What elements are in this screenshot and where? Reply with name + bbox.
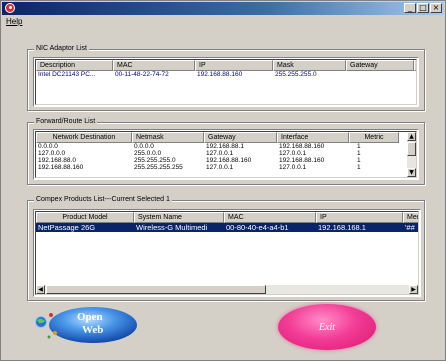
route-cell-netmask: 255.255.255.0 <box>134 157 176 164</box>
nic-adaptor-group-title: NIC Adaptor List <box>34 45 89 53</box>
route-cell-destination: 127.0.0.0 <box>38 150 66 157</box>
products-col-mem[interactable]: Mem <box>403 212 418 223</box>
title-bar[interactable]: _ □ × <box>2 2 444 15</box>
route-row[interactable]: 0.0.0.0 0.0.0.0 192.168.88.1 192.168.88.… <box>36 143 407 150</box>
products-list[interactable]: Product Model System Name MAC IP Mem Net… <box>33 209 421 297</box>
products-cell-mac: 00-80-40-e4-a4-b1 <box>226 223 289 232</box>
route-cell-interface: 192.168.88.160 <box>279 157 325 164</box>
route-col-metric[interactable]: Metric <box>349 132 399 143</box>
nic-adaptor-group: NIC Adaptor List Description MAC IP Mask… <box>27 45 425 111</box>
products-col-ip[interactable]: IP <box>316 212 403 223</box>
nic-cell-mac: 00-11-48-22-74-72 <box>115 71 169 78</box>
app-icon <box>5 3 15 13</box>
route-col-gateway[interactable]: Gateway <box>204 132 277 143</box>
nic-cell-description: Intel DC21143 PC... <box>38 71 96 78</box>
scroll-up-icon[interactable]: ▲ <box>407 132 416 141</box>
nic-adaptor-list[interactable]: Description MAC IP Mask Gateway Intel DC… <box>33 57 419 107</box>
close-button[interactable]: × <box>430 3 442 13</box>
minimize-button[interactable]: _ <box>404 3 416 13</box>
route-cell-interface: 192.168.88.160 <box>279 143 325 150</box>
maximize-button[interactable]: □ <box>417 3 429 13</box>
route-cell-metric: 1 <box>357 143 361 150</box>
menu-bar: Help <box>3 17 25 29</box>
exit-button[interactable]: Exit <box>278 304 376 350</box>
nic-row[interactable]: Intel DC21143 PC... 00-11-48-22-74-72 19… <box>36 71 416 78</box>
products-list-header: Product Model System Name MAC IP Mem <box>36 212 418 223</box>
route-list-header: Network Destination Netmask Gateway Inte… <box>36 132 399 143</box>
route-cell-netmask: 0.0.0.0 <box>134 143 154 150</box>
route-cell-netmask: 255.0.0.0 <box>134 150 162 157</box>
route-cell-gateway: 127.0.0.1 <box>206 164 234 171</box>
route-col-interface[interactable]: Interface <box>277 132 349 143</box>
products-cell-ip: 192.168.168.1 <box>318 223 366 232</box>
nic-col-filler <box>414 60 416 71</box>
products-scroll-thumb[interactable] <box>46 285 266 294</box>
products-row-selected[interactable]: NetPassage 26G Wireless-G Multimedi 00-8… <box>36 223 418 232</box>
route-cell-destination: 0.0.0.0 <box>38 143 58 150</box>
scroll-left-icon[interactable]: ◀ <box>36 285 45 294</box>
route-cell-metric: 1 <box>357 157 361 164</box>
products-col-mac[interactable]: MAC <box>224 212 316 223</box>
products-horizontal-scrollbar[interactable]: ◀ ▶ <box>36 285 418 294</box>
menu-help[interactable]: Help <box>3 17 25 26</box>
nic-cell-mask: 255.255.255.0 <box>275 71 317 78</box>
route-cell-metric: 1 <box>357 164 361 171</box>
route-group-title: Forward/Route List <box>34 118 98 126</box>
products-group-title: Compex Products List---Current Selected … <box>34 196 172 204</box>
route-cell-interface: 127.0.0.1 <box>279 164 307 171</box>
nic-list-header: Description MAC IP Mask Gateway <box>36 60 416 71</box>
nic-cell-gateway <box>346 71 414 78</box>
open-web-label-top: Open <box>77 311 103 323</box>
route-row[interactable]: 127.0.0.0 255.0.0.0 127.0.0.1 127.0.0.1 … <box>36 150 407 157</box>
nic-col-description[interactable]: Description <box>36 60 113 71</box>
route-cell-destination: 192.168.88.0 <box>38 157 76 164</box>
route-cell-netmask: 255.255.255.255 <box>134 164 183 171</box>
nic-cell-ip: 192.168.88.160 <box>197 71 243 78</box>
nic-col-mac[interactable]: MAC <box>113 60 195 71</box>
route-cell-destination: 192.168.88.160 <box>38 164 84 171</box>
scroll-right-icon[interactable]: ▶ <box>409 285 418 294</box>
products-cell-mem: '## <box>405 223 415 232</box>
products-col-system-name[interactable]: System Name <box>134 212 224 223</box>
route-cell-gateway: 192.168.88.160 <box>206 157 252 164</box>
open-web-label-bottom: Web <box>82 324 104 336</box>
products-col-model[interactable]: Product Model <box>36 212 134 223</box>
route-cell-metric: 1 <box>357 150 361 157</box>
route-cell-gateway: 127.0.0.1 <box>206 150 234 157</box>
route-cell-interface: 127.0.0.1 <box>279 150 307 157</box>
products-cell-system-name: Wireless-G Multimedi <box>136 223 208 232</box>
scroll-down-icon[interactable]: ▼ <box>407 168 416 177</box>
route-list[interactable]: Network Destination Netmask Gateway Inte… <box>33 129 419 180</box>
nic-col-gateway[interactable]: Gateway <box>346 60 414 71</box>
products-cell-model: NetPassage 26G <box>38 223 96 232</box>
products-group: Compex Products List---Current Selected … <box>27 196 425 301</box>
nic-col-ip[interactable]: IP <box>195 60 273 71</box>
route-group: Forward/Route List Network Destination N… <box>27 118 425 185</box>
route-row[interactable]: 192.168.88.0 255.255.255.0 192.168.88.16… <box>36 157 407 164</box>
app-window: _ □ × Help NIC Adaptor List Description … <box>0 0 446 361</box>
route-row[interactable]: 192.168.88.160 255.255.255.255 127.0.0.1… <box>36 164 407 171</box>
route-col-netmask[interactable]: Netmask <box>132 132 204 143</box>
route-scroll-thumb[interactable] <box>407 142 416 156</box>
open-web-button[interactable]: Open Web <box>31 304 139 344</box>
nic-col-mask[interactable]: Mask <box>273 60 346 71</box>
route-cell-gateway: 192.168.88.1 <box>206 143 244 150</box>
route-vertical-scrollbar[interactable]: ▲ ▼ <box>407 132 416 177</box>
route-col-destination[interactable]: Network Destination <box>36 132 132 143</box>
exit-button-label: Exit <box>318 321 336 333</box>
